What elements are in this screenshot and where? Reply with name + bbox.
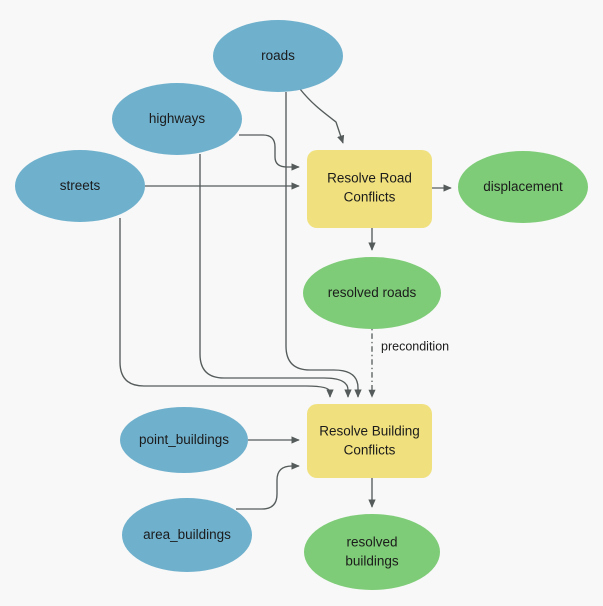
node-resolve-road-conflicts[interactable]: Resolve Road Conflicts [307,150,432,228]
node-label-area-buildings: area_buildings [143,527,231,542]
node-area-buildings[interactable]: area_buildings [122,498,252,572]
node-label-resolve-road-conflicts-line1: Resolve Road [327,171,412,186]
edge-label-precondition: precondition [381,339,449,353]
edge-label-layer: precondition [381,339,449,353]
edge-streets-to-resolve-building [119,218,334,398]
edge-roads-to-resolve-building [285,92,362,398]
node-label-resolved-roads: resolved roads [328,285,417,300]
node-label-roads: roads [261,48,295,63]
node-resolve-building-conflicts[interactable]: Resolve Building Conflicts [307,404,432,478]
node-label-resolve-building-conflicts-line2: Conflicts [344,443,396,458]
node-layer: roads highways streets Resolve Road Conf… [15,20,588,590]
node-label-resolve-road-conflicts-line2: Conflicts [344,190,396,205]
node-label-resolve-building-conflicts-line1: Resolve Building [319,424,420,439]
node-label-displacement: displacement [483,179,563,194]
node-resolved-roads[interactable]: resolved roads [303,257,441,329]
workflow-diagram: precondition roads highways streets Reso… [0,0,603,606]
node-displacement[interactable]: displacement [458,151,588,223]
node-highways[interactable]: highways [112,83,242,155]
node-label-point-buildings: point_buildings [139,432,229,447]
diagram-canvas: precondition roads highways streets Reso… [15,20,588,590]
edge-roads-to-resolve-road [299,88,345,144]
node-roads[interactable]: roads [213,20,343,92]
node-label-streets: streets [60,178,101,193]
node-point-buildings[interactable]: point_buildings [120,407,248,473]
node-resolved-buildings[interactable]: resolved buildings [304,514,440,590]
edge-area-buildings-to-resolve-building [236,462,300,510]
node-label-resolved-buildings-line2: buildings [345,554,399,569]
edge-highways-to-resolve-road [239,134,300,171]
node-shape-resolved-buildings[interactable] [304,514,440,590]
node-label-highways: highways [149,111,206,126]
node-shape-resolve-building-conflicts[interactable] [307,404,432,478]
node-streets[interactable]: streets [15,150,145,222]
node-label-resolved-buildings-line1: resolved [346,535,397,550]
